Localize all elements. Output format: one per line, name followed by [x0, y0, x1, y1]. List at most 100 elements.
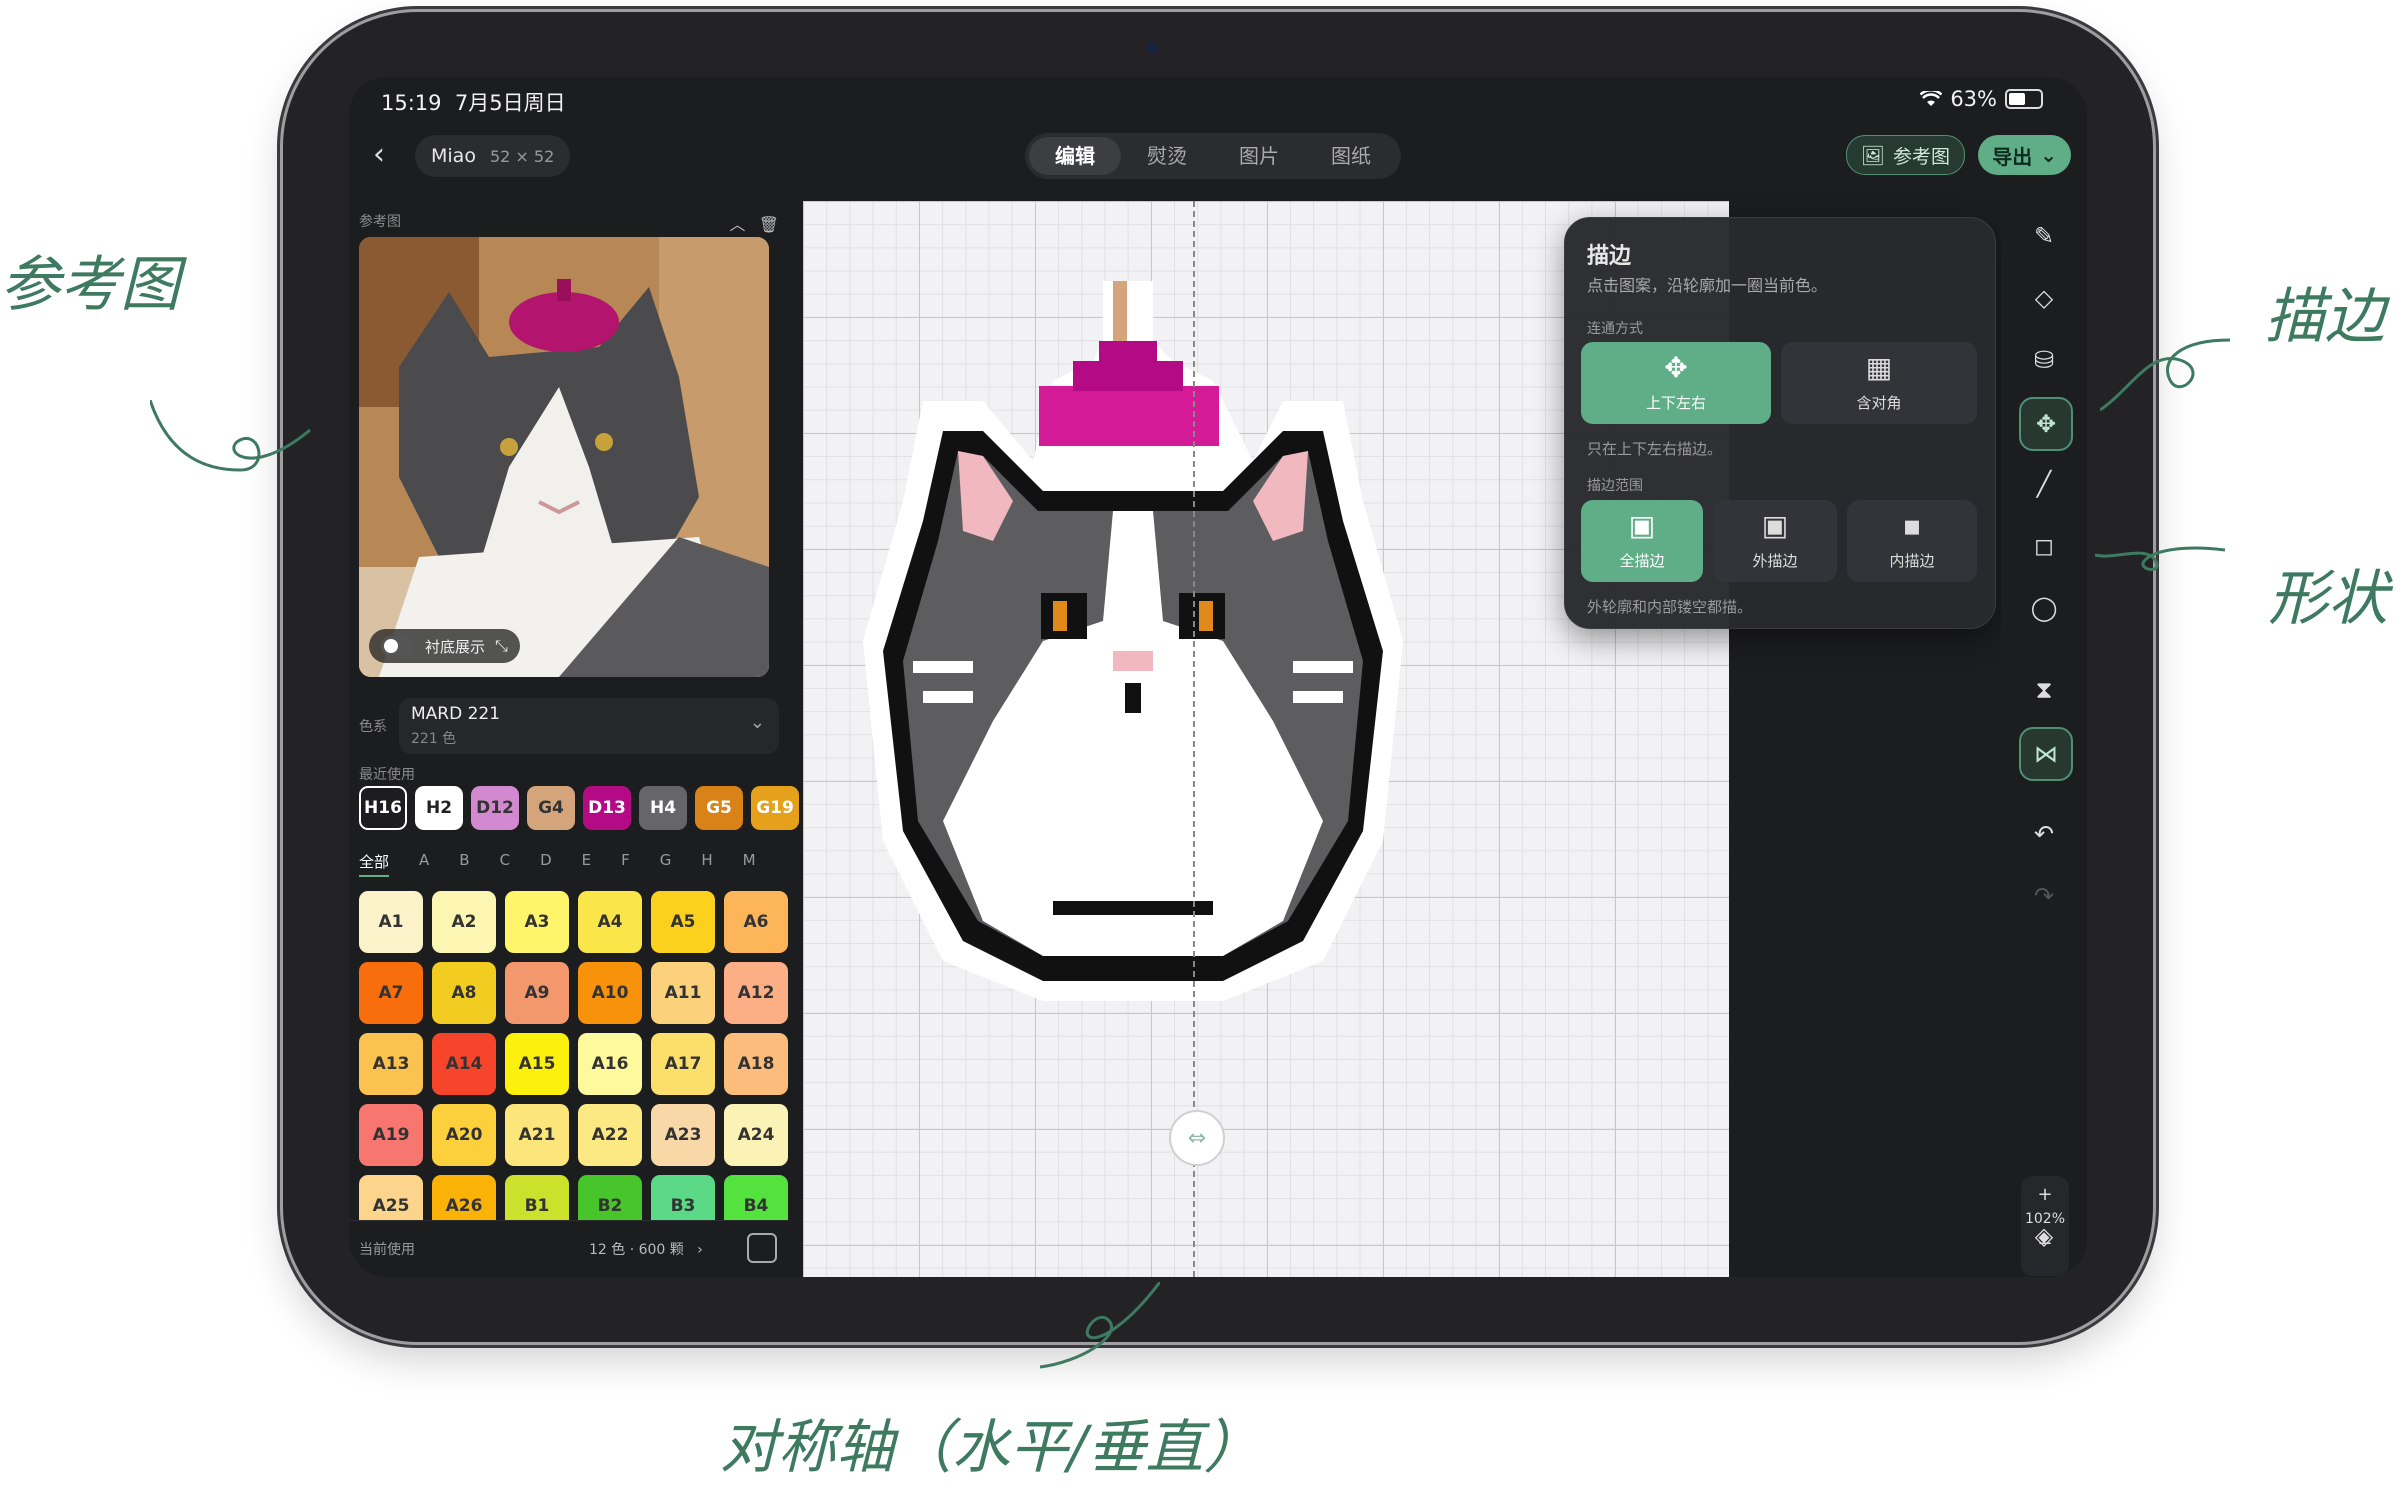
- annotation-symmetry: 对称轴（水平/垂直）: [720, 1413, 1262, 1481]
- range-full-button[interactable]: ▣ 全描边: [1581, 500, 1703, 582]
- palette-color-a18[interactable]: A18: [724, 1033, 788, 1095]
- palette-color-a14[interactable]: A14: [432, 1033, 496, 1095]
- collapse-icon[interactable]: ︿: [729, 215, 745, 234]
- lasso-icon[interactable]: ◯: [2019, 583, 2069, 633]
- annotation-outline: 描边: [2265, 282, 2385, 352]
- layers-icon[interactable]: ◈: [2019, 1211, 2069, 1261]
- recent-color-g19[interactable]: G19: [751, 786, 799, 830]
- chevron-left-icon[interactable]: ‹: [373, 137, 385, 172]
- palette-color-a4[interactable]: A4: [578, 891, 642, 953]
- letter-tab-6[interactable]: F: [621, 851, 630, 877]
- palette-color-a21[interactable]: A21: [505, 1104, 569, 1166]
- recent-color-g4[interactable]: G4: [527, 786, 575, 830]
- range-hint: 外轮廓和内部镂空都描。: [1587, 598, 1753, 616]
- tab-pattern[interactable]: 图纸: [1305, 137, 1397, 175]
- full-outline-icon: ▣: [1628, 508, 1656, 542]
- symmetry-vertical-icon[interactable]: ⋈: [2019, 727, 2073, 781]
- palette-color-a5[interactable]: A5: [651, 891, 715, 953]
- letter-filter: 全部 A B C D E F G H M: [359, 851, 756, 877]
- eraser-icon[interactable]: ◇: [2019, 273, 2069, 323]
- range-inner-button[interactable]: ▪ 内描边: [1847, 500, 1977, 582]
- recent-color-h16[interactable]: H16: [359, 786, 407, 830]
- palette-color-a8[interactable]: A8: [432, 962, 496, 1024]
- export-button[interactable]: 导出 ⌄: [1978, 135, 2071, 175]
- palette-color-a9[interactable]: A9: [505, 962, 569, 1024]
- connect-hint: 只在上下左右描边。: [1587, 440, 1723, 458]
- annotation-arrow-symmetry: [1040, 1282, 1160, 1369]
- tab-iron[interactable]: 熨烫: [1121, 137, 1213, 175]
- palette-color-a20[interactable]: A20: [432, 1104, 496, 1166]
- reference-label: 参考图: [359, 214, 401, 230]
- connect-8way-button[interactable]: ▦ 含对角: [1781, 342, 1977, 424]
- select-checkbox[interactable]: [747, 1233, 777, 1263]
- tab-edit[interactable]: 编辑: [1029, 137, 1121, 175]
- palette-color-a13[interactable]: A13: [359, 1033, 423, 1095]
- background-toggle[interactable]: 衬底展示 ⤡: [369, 629, 520, 663]
- palette-color-a15[interactable]: A15: [505, 1033, 569, 1095]
- palette-color-a11[interactable]: A11: [651, 962, 715, 1024]
- recent-label: 最近使用: [359, 767, 415, 783]
- pen-icon[interactable]: ✎: [2019, 211, 2069, 261]
- palette-color-a6[interactable]: A6: [724, 891, 788, 953]
- battery-percent: 63%: [1950, 87, 1997, 111]
- cat-photo: [359, 237, 769, 677]
- letter-tab-3[interactable]: C: [500, 851, 510, 877]
- palette-color-a16[interactable]: A16: [578, 1033, 642, 1095]
- letter-tab-7[interactable]: G: [660, 851, 672, 877]
- recent-color-d12[interactable]: D12: [471, 786, 519, 830]
- palette-color-a7[interactable]: A7: [359, 962, 423, 1024]
- symmetry-horizontal-icon[interactable]: ⧗: [2019, 665, 2069, 715]
- palette-color-a24[interactable]: A24: [724, 1104, 788, 1166]
- reference-button[interactable]: 🖼 参考图: [1845, 135, 1965, 175]
- status-bar: 15:19 7月5日周日 63%: [349, 77, 2087, 121]
- recent-color-h4[interactable]: H4: [639, 786, 687, 830]
- front-camera: [1146, 42, 1158, 54]
- palette-color-a22[interactable]: A22: [578, 1104, 642, 1166]
- chevron-right-icon[interactable]: ›: [697, 1242, 703, 1258]
- inner-outline-icon: ▪: [1902, 508, 1922, 542]
- battery-icon: [2005, 89, 2043, 109]
- shape-icon[interactable]: ◻: [2019, 521, 2069, 571]
- palette-color-a10[interactable]: A10: [578, 962, 642, 1024]
- mode-tabs: 编辑 熨烫 图片 图纸: [1025, 133, 1401, 179]
- zoom-in-button[interactable]: +: [2021, 1184, 2069, 1205]
- palette-color-a17[interactable]: A17: [651, 1033, 715, 1095]
- tab-image[interactable]: 图片: [1213, 137, 1305, 175]
- toggle-switch[interactable]: [381, 636, 415, 656]
- letter-tab-0[interactable]: 全部: [359, 851, 390, 877]
- bucket-icon[interactable]: ⛁: [2019, 335, 2069, 385]
- connect-4way-button[interactable]: ✥ 上下左右: [1581, 342, 1771, 424]
- palette-color-a1[interactable]: A1: [359, 891, 423, 953]
- annotation-arrow-shape: [2095, 546, 2226, 571]
- line-icon[interactable]: ╱: [2019, 459, 2069, 509]
- current-use-label: 当前使用: [359, 1242, 415, 1258]
- color-system-select[interactable]: MARD 221 221 色 ⌄: [399, 698, 779, 754]
- current-use-count: 12 色 · 600 颗: [589, 1242, 684, 1258]
- recent-color-d13[interactable]: D13: [583, 786, 631, 830]
- chevron-down-icon: ⌄: [2040, 143, 2057, 167]
- letter-tab-1[interactable]: A: [419, 851, 429, 877]
- palette-color-a23[interactable]: A23: [651, 1104, 715, 1166]
- palette-color-a19[interactable]: A19: [359, 1104, 423, 1166]
- bottom-bar: 当前使用 12 色 · 600 颗 ›: [349, 1220, 789, 1277]
- palette-color-a3[interactable]: A3: [505, 891, 569, 953]
- reference-image[interactable]: 衬底展示 ⤡: [359, 237, 769, 677]
- outline-icon[interactable]: ✥: [2019, 397, 2073, 451]
- range-outer-button[interactable]: ▣ 外描边: [1713, 500, 1837, 582]
- undo-icon[interactable]: ↶: [2019, 809, 2069, 859]
- annotation-arrow-outline: [2100, 338, 2231, 412]
- symmetry-axis-handle[interactable]: ⇔: [1169, 1110, 1225, 1166]
- trash-icon[interactable]: 🗑: [759, 215, 779, 234]
- letter-tab-2[interactable]: B: [459, 851, 469, 877]
- recent-color-h2[interactable]: H2: [415, 786, 463, 830]
- letter-tab-5[interactable]: E: [582, 851, 591, 877]
- project-pill[interactable]: Miao 52 × 52: [415, 135, 571, 177]
- redo-icon[interactable]: ↷: [2019, 871, 2069, 921]
- recent-color-g5[interactable]: G5: [695, 786, 743, 830]
- letter-tab-8[interactable]: H: [701, 851, 712, 877]
- palette-color-a2[interactable]: A2: [432, 891, 496, 953]
- letter-tab-9[interactable]: M: [743, 851, 756, 877]
- resize-icon[interactable]: ⤡: [495, 636, 508, 656]
- palette-color-a12[interactable]: A12: [724, 962, 788, 1024]
- letter-tab-4[interactable]: D: [540, 851, 552, 877]
